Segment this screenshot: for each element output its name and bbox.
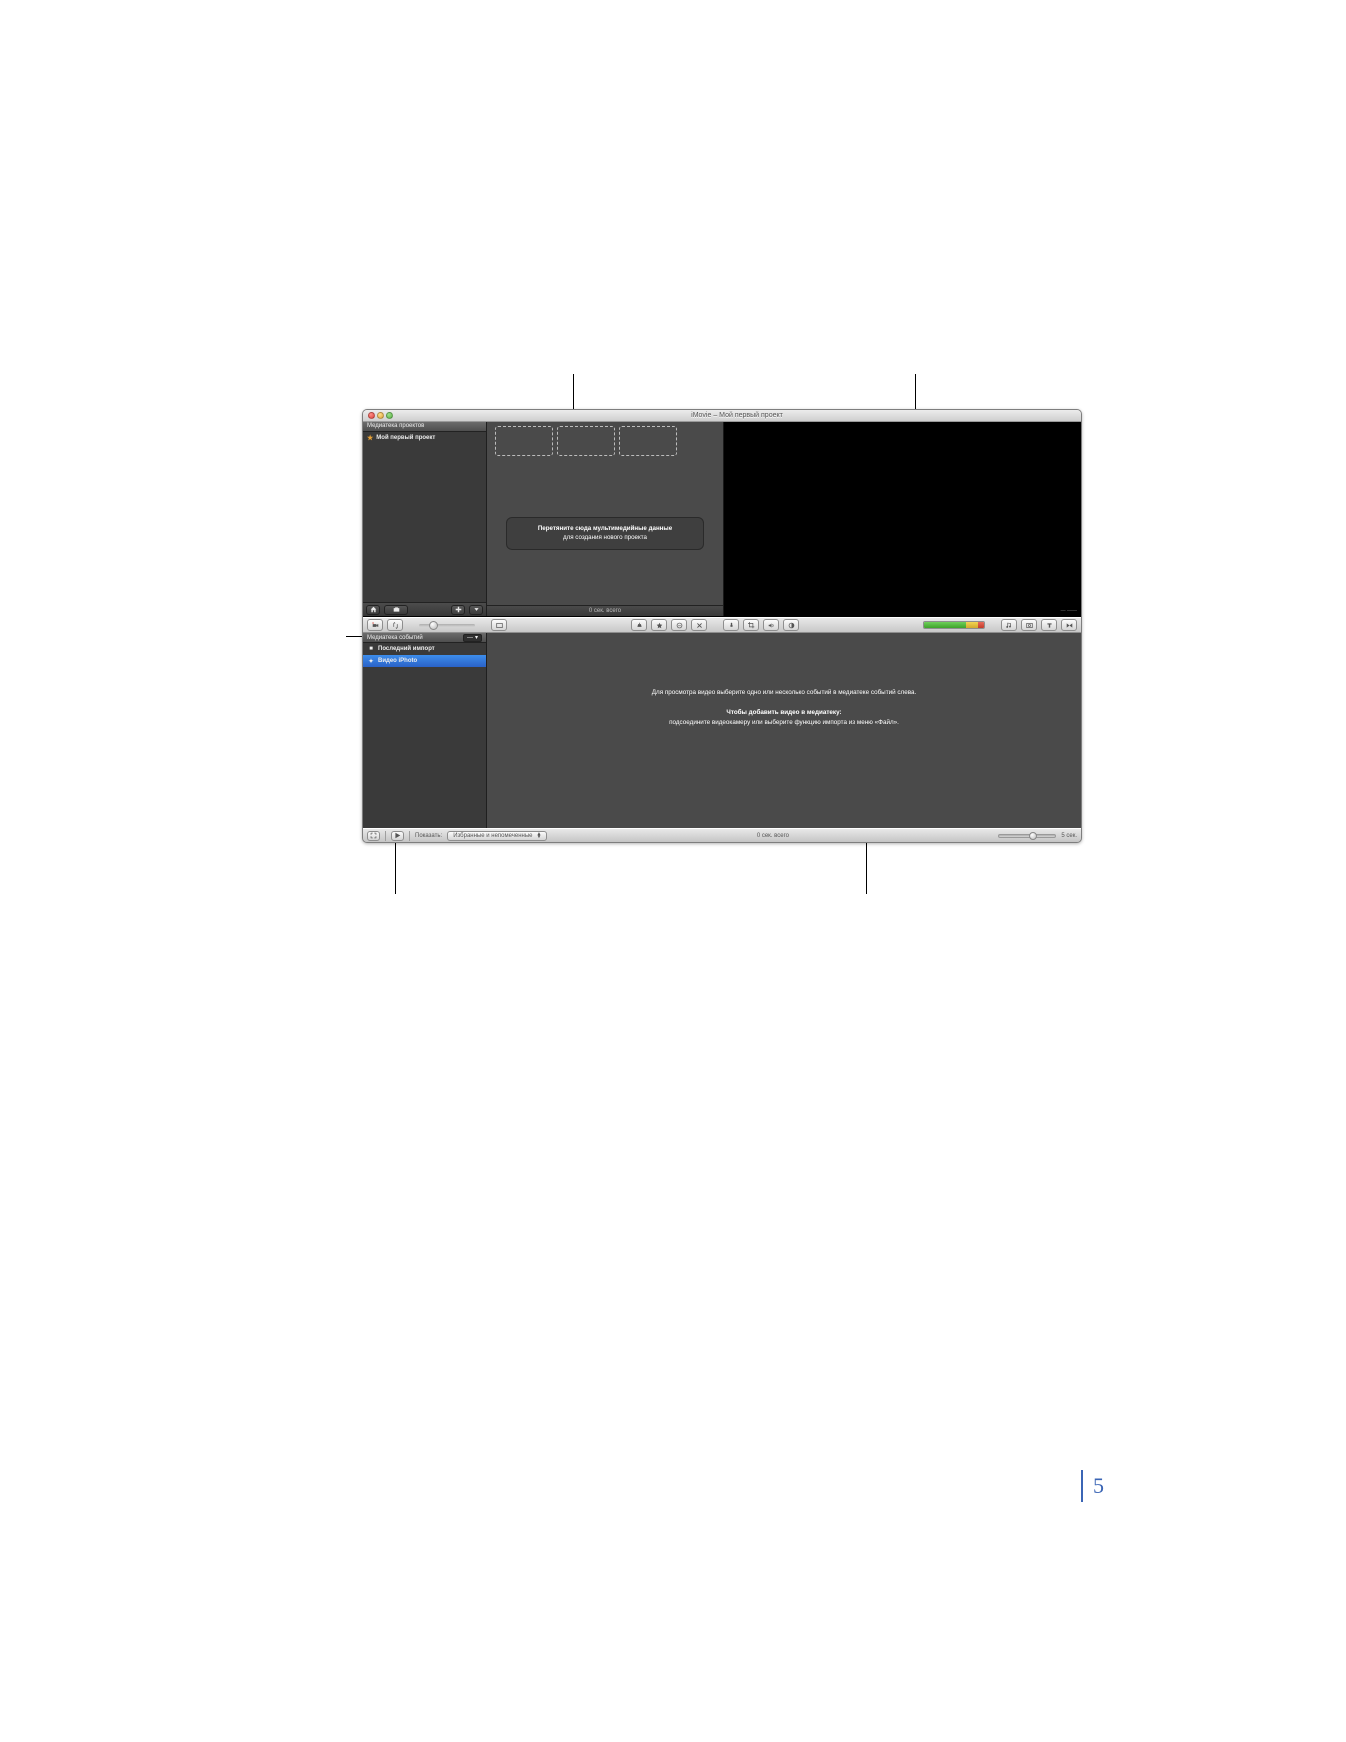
event-library-sidebar: Медиатека событий — ▾ ■ Последний импорт…	[363, 633, 487, 828]
fullscreen-button[interactable]	[367, 831, 380, 841]
event-item-last-import[interactable]: ■ Последний импорт	[363, 643, 486, 655]
add-to-project-button[interactable]	[631, 619, 647, 631]
titlebar: iMovie – Мой первый проект	[363, 410, 1081, 422]
music-browser-button[interactable]	[1001, 619, 1017, 631]
window-title: iMovie – Мой первый проект	[393, 412, 1081, 419]
filter-popup-label: Избранные и непомеченные	[453, 833, 532, 839]
share-popup-button[interactable]	[384, 605, 408, 615]
slider-knob[interactable]	[1029, 832, 1037, 840]
lower-pane: Медиатека событий — ▾ ■ Последний импорт…	[363, 633, 1081, 828]
voiceover-button[interactable]	[723, 619, 739, 631]
event-msg-line3: подсоедините видеокамеру или выберите фу…	[517, 718, 1051, 728]
clip-placeholder	[619, 426, 677, 456]
swap-panes-button[interactable]	[387, 619, 403, 631]
year-filter-chip[interactable]: — ▾	[463, 634, 482, 642]
event-browser[interactable]: Для просмотра видео выберите одно или не…	[487, 633, 1081, 828]
slider-knob[interactable]	[429, 621, 438, 630]
event-library-header: Медиатека событий — ▾	[363, 633, 486, 643]
audio-meter	[923, 621, 985, 629]
close-window-button[interactable]	[368, 412, 375, 419]
show-label: Показать:	[415, 833, 442, 839]
thumbnail-size-slider[interactable]	[419, 624, 475, 627]
photo-browser-button[interactable]	[1021, 619, 1037, 631]
project-library-sidebar: Медиатека проектов ★ Мой первый проект	[363, 422, 487, 616]
clip-placeholders	[495, 426, 677, 456]
zoom-value-label: 5 сек.	[1061, 833, 1077, 839]
import-camera-button[interactable]	[367, 619, 383, 631]
video-adjust-button[interactable]	[783, 619, 799, 631]
favorite-button[interactable]	[651, 619, 667, 631]
iphoto-icon: ✦	[367, 658, 375, 665]
event-item-label: Видео iPhoto	[378, 658, 417, 664]
event-zoom-slider[interactable]	[998, 834, 1056, 838]
viewer-timecode: — ——	[1061, 608, 1077, 614]
audio-adjust-button[interactable]	[763, 619, 779, 631]
center-toolbar	[363, 617, 1081, 633]
titles-browser-button[interactable]	[1041, 619, 1057, 631]
zoom-window-button[interactable]	[386, 412, 393, 419]
unmark-button[interactable]	[671, 619, 687, 631]
popup-arrows-icon: ▲▼	[537, 833, 542, 839]
star-icon: ★	[367, 434, 373, 442]
minimize-window-button[interactable]	[377, 412, 384, 419]
reject-button[interactable]	[691, 619, 707, 631]
event-item-iphoto[interactable]: ✦ Видео iPhoto	[363, 655, 486, 667]
event-item-label: Последний импорт	[378, 646, 435, 652]
home-button[interactable]	[366, 605, 380, 615]
crop-button[interactable]	[743, 619, 759, 631]
event-library-header-label: Медиатека событий	[367, 635, 423, 641]
footer-bar: Показать: Избранные и непомеченные ▲▼ 0 …	[363, 828, 1081, 842]
frame-view-button[interactable]	[491, 619, 507, 631]
chevron-icon: ▾	[475, 634, 478, 641]
preview-viewer[interactable]: — ——	[724, 422, 1081, 616]
project-library-header: Медиатека проектов	[363, 422, 486, 432]
clip-placeholder	[495, 426, 553, 456]
event-msg-line1: Для просмотра видео выберите одно или не…	[517, 688, 1051, 698]
camera-icon: ■	[367, 646, 375, 652]
event-empty-message: Для просмотра видео выберите одно или не…	[517, 688, 1051, 728]
new-project-button[interactable]	[451, 605, 465, 615]
project-item[interactable]: ★ Мой первый проект	[363, 432, 486, 444]
project-time-status: 0 сек. всего	[487, 605, 723, 616]
project-timeline[interactable]: Перетяните сюда мультимедийные данные дл…	[487, 422, 724, 616]
upper-pane: Медиатека проектов ★ Мой первый проект	[363, 422, 1081, 617]
window-controls	[363, 412, 393, 419]
transitions-browser-button[interactable]	[1061, 619, 1077, 631]
project-actions-button[interactable]	[469, 605, 483, 615]
project-item-label: Мой первый проект	[376, 435, 435, 441]
event-time-status: 0 сек. всего	[757, 833, 789, 839]
event-msg-line2: Чтобы добавить видео в медиатеку:	[726, 709, 841, 716]
filter-popup[interactable]: Избранные и непомеченные ▲▼	[447, 831, 547, 841]
imovie-window: iMovie – Мой первый проект Медиатека про…	[362, 409, 1082, 843]
drop-hint-line1: Перетяните сюда мультимедийные данные	[538, 525, 672, 532]
clip-placeholder	[557, 426, 615, 456]
drop-hint-line2: для создания нового проекта	[511, 533, 699, 542]
page-number: 5	[1081, 1470, 1114, 1502]
drop-hint: Перетяните сюда мультимедийные данные дл…	[506, 517, 704, 550]
play-button[interactable]	[391, 831, 404, 841]
project-sidebar-footer	[363, 602, 486, 616]
